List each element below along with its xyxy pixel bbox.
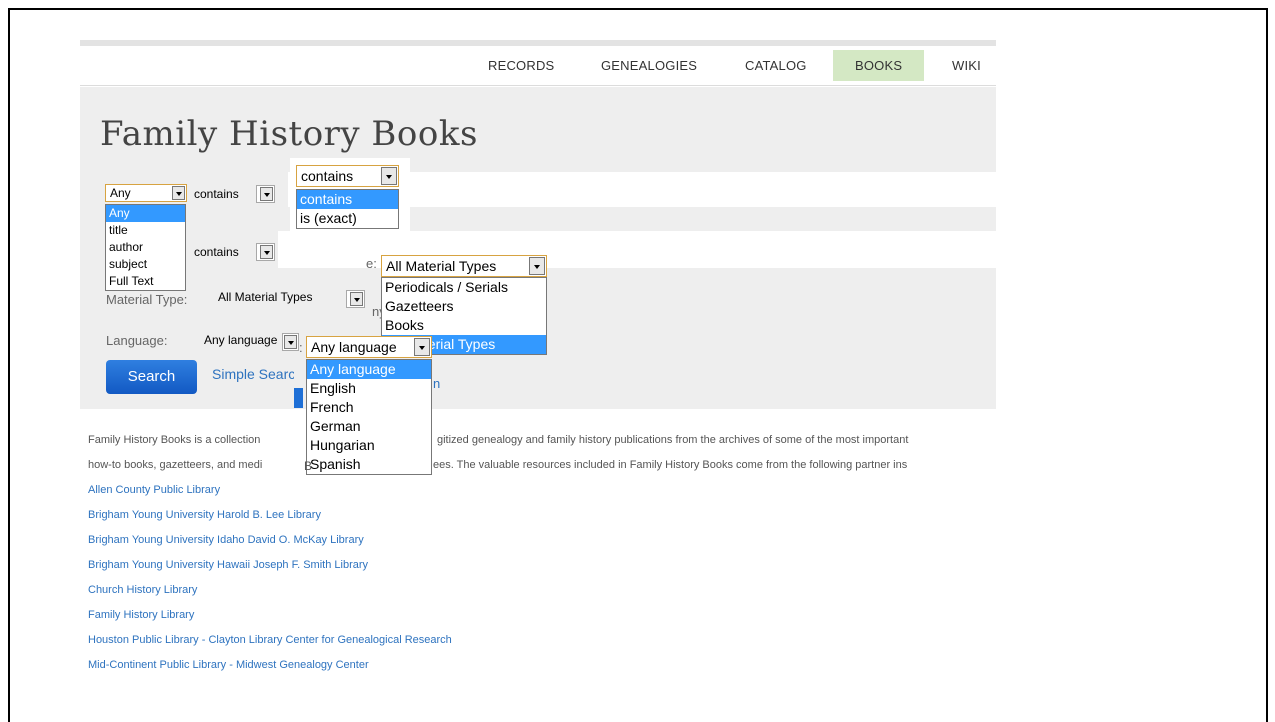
operator-select-2-collapsed[interactable] [256, 243, 275, 261]
operator-option[interactable]: is (exact) [297, 209, 398, 228]
chevron-down-icon[interactable] [284, 335, 297, 349]
field-select-value: Any [110, 186, 131, 200]
material-type-select[interactable]: All Material Types [214, 289, 366, 307]
field-option[interactable]: Any [106, 205, 185, 222]
material-option[interactable]: Books [382, 316, 546, 335]
operator-dropdown-list[interactable]: contains is (exact) [296, 189, 399, 229]
description-line-2-fragment: B [304, 459, 313, 473]
language-option[interactable]: Spanish [307, 455, 431, 474]
language-option[interactable]: German [307, 417, 431, 436]
material-popup-value: All Material Types [386, 258, 497, 274]
language-label: Language: [106, 333, 168, 348]
library-link[interactable]: Mid-Continent Public Library - Midwest G… [88, 659, 369, 671]
operator-option[interactable]: contains [297, 190, 398, 209]
field-dropdown-list[interactable]: Any title author subject Full Text [105, 204, 186, 291]
library-link[interactable]: Houston Public Library - Clayton Library… [88, 634, 452, 646]
simple-search-link[interactable]: Simple Search [212, 366, 294, 382]
field-option[interactable]: Full Text [106, 273, 185, 290]
chevron-down-icon[interactable] [260, 187, 273, 201]
library-link[interactable]: Allen County Public Library [88, 484, 220, 496]
nav-records[interactable]: RECORDS [488, 58, 554, 73]
chevron-down-icon[interactable] [350, 292, 363, 306]
language-popup-select[interactable]: Any language [306, 336, 432, 358]
page-title: Family History Books [100, 114, 478, 154]
material-type-label: Material Type: [106, 292, 188, 307]
library-link[interactable]: Brigham Young University Idaho David O. … [88, 534, 364, 546]
field-select[interactable]: Any [105, 184, 187, 202]
chevron-down-icon[interactable] [414, 338, 430, 356]
language-popup-value: Any language [311, 339, 397, 355]
material-option[interactable]: Gazetteers [382, 297, 546, 316]
language-arrow[interactable] [282, 333, 299, 351]
library-link[interactable]: Brigham Young University Hawaii Joseph F… [88, 559, 368, 571]
chevron-down-icon[interactable] [381, 167, 397, 185]
language-option[interactable]: French [307, 398, 431, 417]
language-option[interactable]: Hungarian [307, 436, 431, 455]
language-option[interactable]: English [307, 379, 431, 398]
library-link[interactable]: Brigham Young University Harold B. Lee L… [88, 509, 321, 521]
operator-select-value: contains [301, 168, 354, 184]
field-option[interactable]: author [106, 239, 185, 256]
operator-select[interactable]: contains [296, 165, 399, 187]
contains-label: contains [194, 187, 239, 201]
material-option[interactable]: Periodicals / Serials [382, 278, 546, 297]
material-type-select-value: All Material Types [218, 290, 313, 304]
ghost-link-fragment: n [433, 376, 441, 391]
field-option[interactable]: subject [106, 256, 185, 273]
field-option[interactable]: title [106, 222, 185, 239]
nav-genealogies[interactable]: GENEALOGIES [601, 58, 697, 73]
library-link[interactable]: Family History Library [88, 609, 194, 621]
nav-catalog[interactable]: CATALOG [745, 58, 807, 73]
nav-books[interactable]: BOOKS [833, 50, 925, 81]
top-rule [80, 40, 996, 46]
contains-label-2: contains [194, 245, 239, 259]
chevron-down-icon[interactable] [172, 186, 185, 200]
description-line-2-left: how-to books, gazetteers, and medi [88, 459, 263, 471]
language-dropdown-list[interactable]: Any language English French German Hunga… [306, 359, 432, 475]
language-label-fragment: : [299, 340, 303, 355]
language-select[interactable]: Any language [204, 332, 282, 350]
search-button[interactable]: Search [106, 360, 197, 394]
chevron-down-icon[interactable] [529, 257, 545, 275]
material-label-fragment: e: [366, 256, 377, 271]
language-select-value: Any language [204, 333, 278, 347]
nav-wiki[interactable]: WIKI [952, 58, 981, 73]
chevron-down-icon[interactable] [260, 245, 273, 259]
description-line-2-right: ees. The valuable resources included in … [433, 459, 908, 471]
library-link[interactable]: Church History Library [88, 584, 197, 596]
operator-select-collapsed[interactable] [256, 185, 275, 203]
material-type-arrow[interactable] [346, 290, 365, 308]
language-option[interactable]: Any language [307, 360, 431, 379]
search-button-ghost [294, 388, 303, 408]
material-popup-select[interactable]: All Material Types [381, 255, 547, 277]
top-navigation: RECORDS GENEALOGIES CATALOG BOOKS WIKI [80, 48, 996, 86]
description-line-1-left: Family History Books is a collection [88, 434, 261, 446]
description-line-1-right: gitized genealogy and family history pub… [437, 434, 909, 446]
